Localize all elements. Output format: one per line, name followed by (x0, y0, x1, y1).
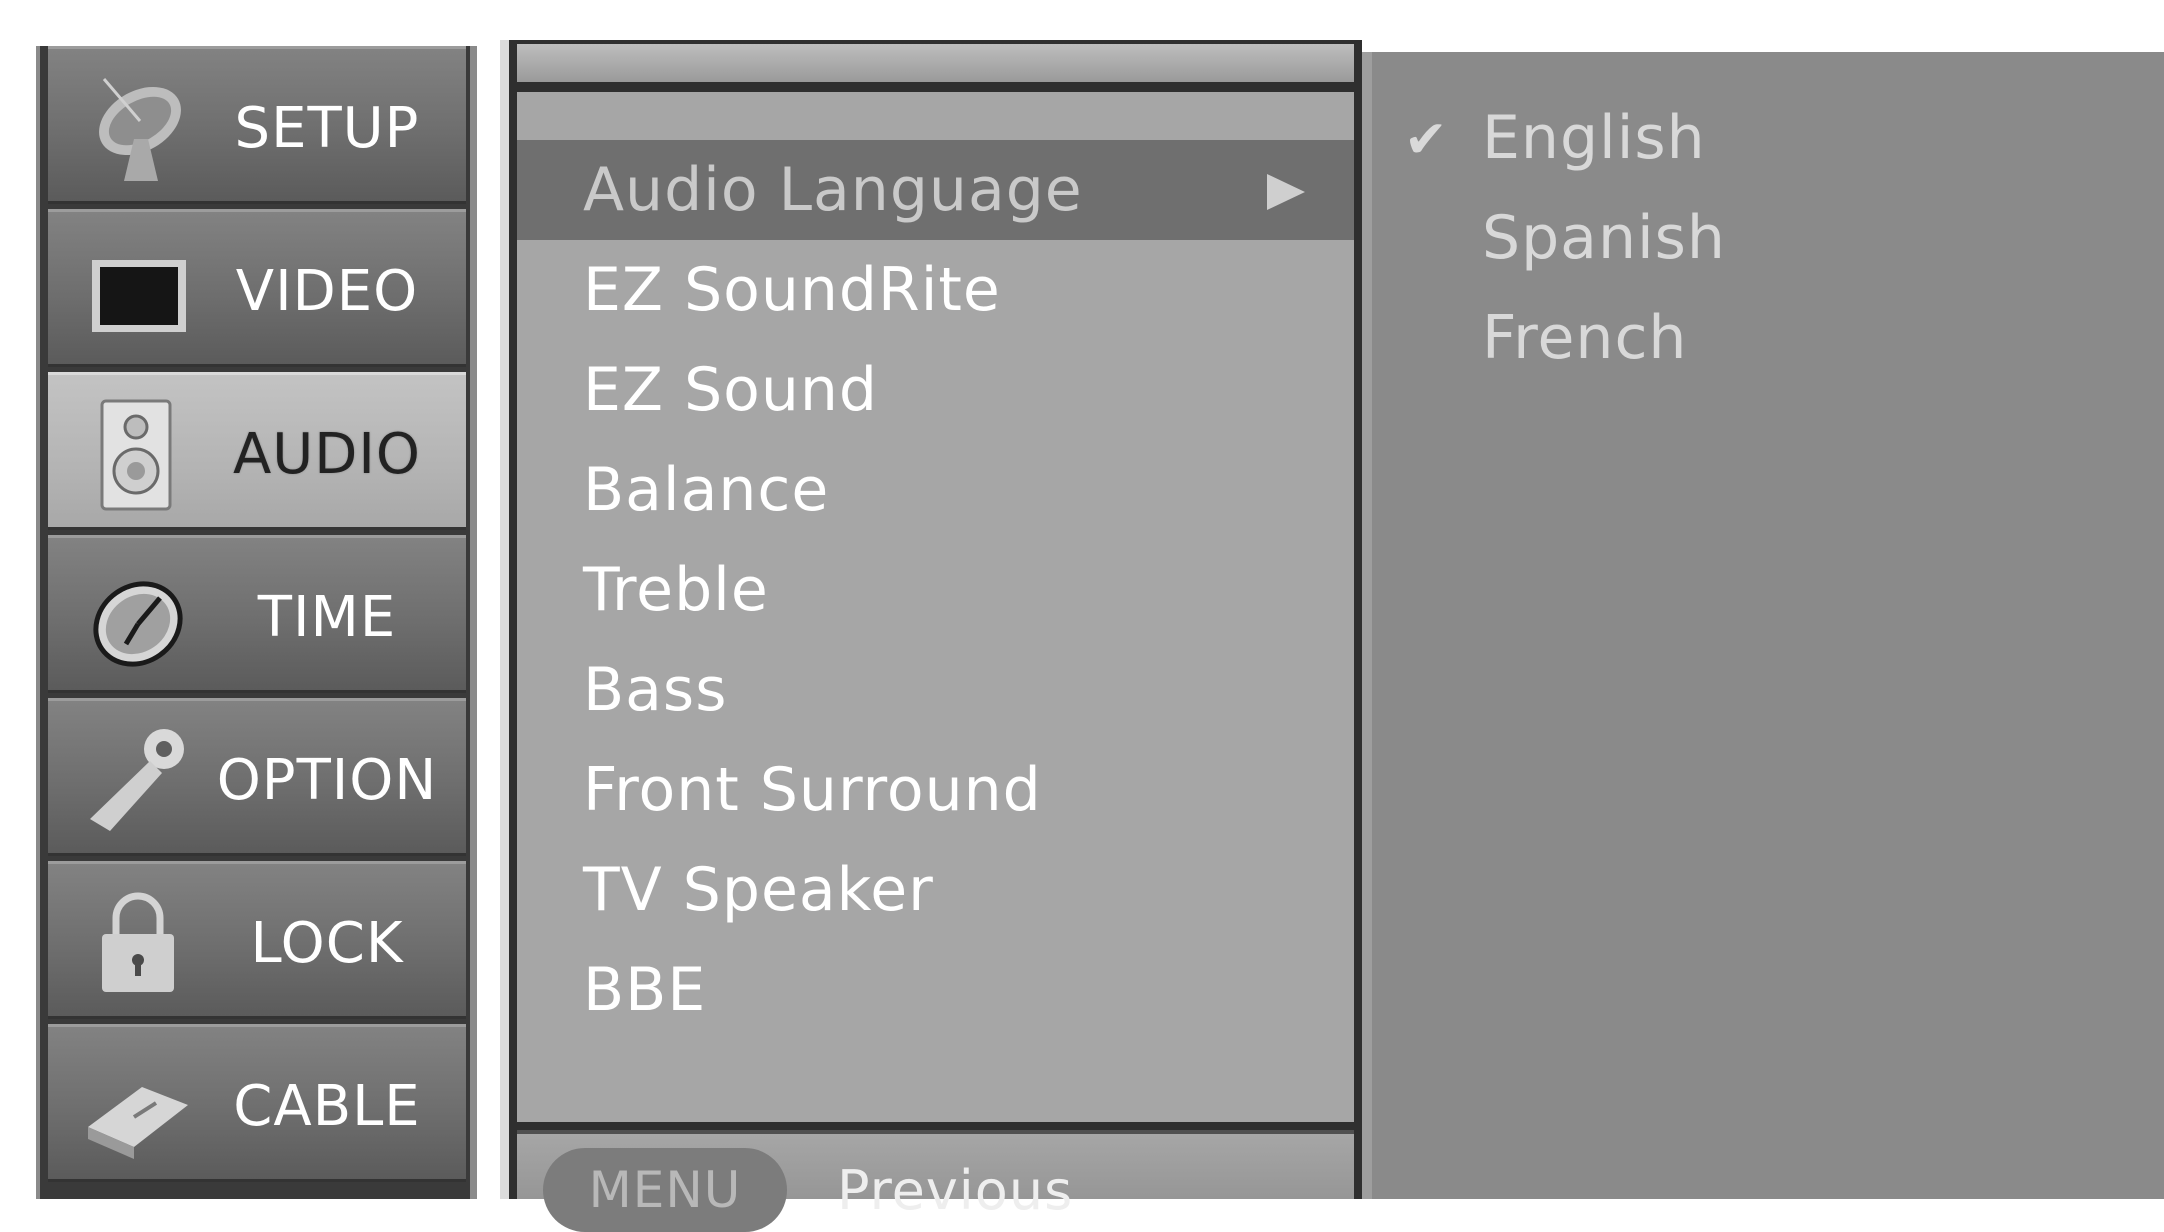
category-audio[interactable]: AUDIO (48, 372, 466, 530)
category-label: TIME (257, 584, 397, 650)
submenu-item-bass[interactable]: Bass (517, 640, 1354, 740)
category-video[interactable]: VIDEO (48, 209, 466, 367)
menu-button[interactable]: MENU (543, 1148, 787, 1232)
option-label: English (1482, 103, 1706, 173)
arrow-right-icon (1267, 174, 1305, 210)
category-label: VIDEO (235, 258, 419, 324)
submenu-item-front-surround[interactable]: Front Surround (517, 740, 1354, 840)
option-label: Spanish (1482, 203, 1726, 273)
submenu-item-tv-speaker[interactable]: TV Speaker (517, 840, 1354, 940)
submenu-item-ez-soundrite[interactable]: EZ SoundRite (517, 240, 1354, 340)
tv-screen-icon (92, 260, 186, 332)
submenu-item-balance[interactable]: Balance (517, 440, 1354, 540)
tv-menu-screen: SETUP VIDEO AUDIO TIME OPTION LOCK CABLE… (0, 0, 2164, 1232)
submenu-item-bbe[interactable]: BBE (517, 940, 1354, 1040)
submenu-item-label: EZ SoundRite (583, 255, 1001, 325)
submenu-list: Audio Language EZ SoundRite EZ Sound Bal… (517, 92, 1354, 1122)
category-time[interactable]: TIME (48, 535, 466, 693)
submenu-item-treble[interactable]: Treble (517, 540, 1354, 640)
option-label: French (1482, 303, 1688, 373)
wrench-icon (90, 729, 184, 831)
padlock-icon (102, 892, 174, 992)
speaker-icon (100, 399, 172, 511)
submenu-top-bar (517, 44, 1354, 82)
clock-icon (93, 581, 183, 667)
satellite-dish-icon (99, 78, 181, 181)
category-lock[interactable]: LOCK (48, 861, 466, 1019)
audio-submenu: Audio Language EZ SoundRite EZ Sound Bal… (500, 40, 1362, 1232)
submenu-item-ez-sound[interactable]: EZ Sound (517, 340, 1354, 440)
category-setup[interactable]: SETUP (48, 46, 466, 204)
category-label: SETUP (234, 95, 420, 161)
category-cable[interactable]: CABLE (48, 1024, 466, 1182)
category-label: OPTION (216, 747, 438, 813)
option-english[interactable]: ✔ English (1372, 88, 2152, 188)
submenu-item-label: Bass (583, 655, 728, 725)
category-rail: SETUP VIDEO AUDIO TIME OPTION LOCK CABLE (36, 46, 477, 1199)
category-label: CABLE (233, 1073, 421, 1139)
submenu-item-label: Front Surround (583, 755, 1042, 825)
category-label: LOCK (250, 910, 404, 976)
submenu-footer: MENU Previous (517, 1130, 1354, 1232)
submenu-item-label: TV Speaker (583, 855, 934, 925)
submenu-item-label: Audio Language (583, 155, 1083, 225)
option-spanish[interactable]: Spanish (1372, 188, 2152, 288)
submenu-item-label: EZ Sound (583, 355, 879, 425)
option-french[interactable]: French (1372, 288, 2152, 388)
submenu-item-audio-language[interactable]: Audio Language (517, 140, 1354, 240)
category-label: AUDIO (232, 421, 421, 487)
category-option[interactable]: OPTION (48, 698, 466, 856)
submenu-item-label: Treble (583, 555, 769, 625)
checkmark-icon: ✔ (1404, 110, 1448, 170)
submenu-item-label: Balance (583, 455, 830, 525)
cable-card-icon (88, 1087, 188, 1159)
audio-language-options: ✔ English Spanish French (1362, 52, 2164, 1199)
previous-label: Previous (837, 1158, 1074, 1222)
submenu-item-label: BBE (583, 955, 707, 1025)
